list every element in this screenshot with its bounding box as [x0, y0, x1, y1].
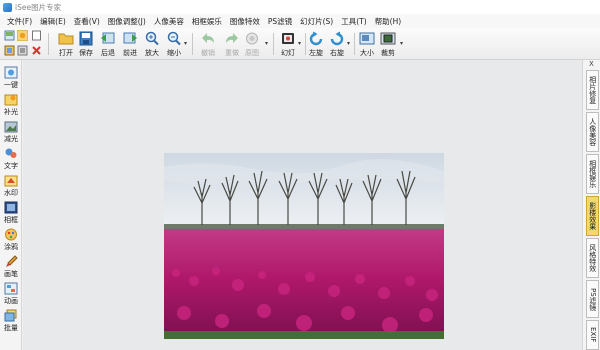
menu-ps-filters[interactable]: PS滤镜	[264, 16, 296, 27]
one-click-enhance-icon	[4, 66, 18, 79]
zoom-out-icon	[167, 31, 181, 46]
blank-page-icon[interactable]	[31, 30, 42, 41]
menu-bar: 文件(F) 编辑(E) 查看(V) 图像调整(J) 人像美容 相框娱乐 图像特效…	[0, 14, 600, 28]
doodle-icon	[5, 228, 17, 241]
tool-brush[interactable]: 画笔	[1, 255, 21, 281]
redo-icon	[226, 33, 238, 43]
layers-icon[interactable]	[17, 45, 28, 56]
tab-ps-filters[interactable]: PS滤镜	[586, 280, 599, 318]
slideshow-icon	[282, 33, 294, 44]
rotate-left-icon	[309, 31, 323, 46]
tool-one-click[interactable]: 一键	[1, 66, 21, 92]
tool-reduce-light[interactable]: 减光	[1, 120, 21, 146]
menu-image-effects[interactable]: 图像特效	[226, 16, 264, 27]
right-panel: X 相片修复 人像美容 相框娱乐 影楼效果 风格特效 PS滤镜 EXIF	[582, 60, 600, 350]
zoom-in-button[interactable]: 放大	[140, 30, 164, 58]
original-image-button[interactable]: 原图	[240, 30, 264, 58]
crop-button[interactable]: 裁剪	[376, 30, 400, 58]
resize-icon	[359, 32, 375, 45]
tool-batch[interactable]: 批量	[1, 309, 21, 335]
sun-adjust-icon[interactable]	[17, 30, 28, 41]
menu-view[interactable]: 查看(V)	[70, 16, 104, 27]
crop-icon	[380, 32, 396, 45]
tool-text[interactable]: 文字	[1, 147, 21, 173]
back-button[interactable]: 后退	[96, 30, 120, 58]
toolbar-more-arrow[interactable]: ▾	[298, 40, 301, 47]
toolbar-more-arrow[interactable]: ▾	[265, 40, 268, 47]
tool-fill-light[interactable]: 补光	[1, 93, 21, 119]
save-icon	[79, 31, 93, 46]
tab-portrait-beauty[interactable]: 人像美容	[586, 112, 599, 152]
menu-slideshow[interactable]: 幻灯片(S)	[296, 16, 337, 27]
menu-file[interactable]: 文件(F)	[3, 16, 36, 27]
app-logo-icon	[3, 2, 12, 12]
rotate-right-button[interactable]: 右旋	[325, 30, 349, 58]
forward-image-icon	[123, 32, 137, 44]
tool-animation[interactable]: 动画	[1, 282, 21, 308]
undo-button[interactable]: 撤销	[196, 30, 220, 58]
toolbar-separator	[273, 33, 274, 55]
watermark-icon	[4, 175, 18, 187]
tool-watermark[interactable]: 水印	[1, 174, 21, 200]
brush-icon	[6, 255, 18, 267]
toolbar-separator	[48, 33, 49, 55]
main-toolbar: 打开 保存 后退 前进 放大 缩小 ▾ 撤销 重做 原图 ▾ 幻灯 ▾ 左旋 右…	[0, 28, 600, 60]
zoom-in-icon	[145, 31, 159, 46]
thumbnail-view-icon[interactable]	[4, 30, 15, 41]
tab-style-effects[interactable]: 风格特效	[586, 238, 599, 278]
toolbar-separator	[192, 33, 193, 55]
animation-icon	[4, 282, 18, 295]
menu-tools[interactable]: 工具(T)	[337, 16, 370, 27]
toolbar-more-arrow[interactable]: ▾	[347, 40, 350, 47]
zoom-out-button[interactable]: 缩小	[162, 30, 186, 58]
folder-open-icon	[58, 33, 74, 45]
rotate-right-icon	[330, 31, 344, 46]
window-title: iSee图片专家	[15, 2, 62, 12]
close-red-x-icon[interactable]	[31, 45, 42, 56]
undo-icon	[202, 33, 214, 43]
toolbar-more-arrow[interactable]: ▾	[184, 40, 187, 47]
tool-doodle[interactable]: 涂鸦	[1, 228, 21, 254]
tab-studio-effects[interactable]: 影楼效果	[586, 196, 599, 236]
tool-photo-frame[interactable]: 相框	[1, 201, 21, 227]
title-bar: iSee图片专家	[0, 0, 600, 14]
forward-button[interactable]: 前进	[118, 30, 142, 58]
tab-frame-fun[interactable]: 相框娱乐	[586, 154, 599, 194]
menu-edit[interactable]: 编辑(E)	[36, 16, 70, 27]
toolbar-more-arrow[interactable]: ▾	[400, 40, 403, 47]
save-button[interactable]: 保存	[74, 30, 98, 58]
photo-frame-icon	[4, 201, 18, 214]
reduce-light-icon	[4, 121, 18, 133]
tab-photo-repair[interactable]: 相片修复	[586, 70, 599, 110]
menu-image-adjust[interactable]: 图像调整(J)	[104, 16, 150, 27]
photo-image	[164, 153, 444, 339]
menu-frame-fun[interactable]: 相框娱乐	[188, 16, 226, 27]
left-toolbar: 一键 补光 减光 文字 水印 相框 涂鸦 画笔 动画 批量	[0, 60, 22, 350]
slideshow-button[interactable]: 幻灯	[276, 30, 300, 58]
original-image-icon	[246, 32, 258, 45]
tulip-field-photo[interactable]	[164, 153, 444, 339]
menu-portrait-beauty[interactable]: 人像美容	[150, 16, 188, 27]
tab-exif[interactable]: EXIF	[586, 320, 599, 350]
fill-light-icon	[4, 94, 18, 106]
picture-frame-icon[interactable]	[4, 45, 15, 56]
back-image-icon	[101, 32, 115, 44]
menu-help[interactable]: 帮助(H)	[371, 16, 406, 27]
batch-icon	[4, 309, 17, 322]
close-panel-button[interactable]: X	[589, 60, 594, 68]
text-icon	[5, 148, 17, 158]
